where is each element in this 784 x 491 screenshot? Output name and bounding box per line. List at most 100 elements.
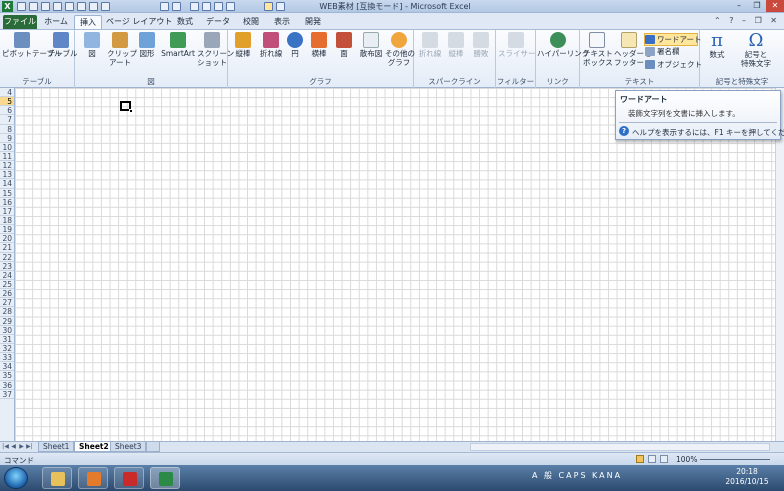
quick-access-icon[interactable] bbox=[172, 2, 181, 11]
row-header[interactable]: 35 bbox=[0, 371, 14, 381]
row-header[interactable]: 13 bbox=[0, 170, 14, 180]
quick-access-icon[interactable] bbox=[29, 2, 38, 11]
next-sheet-icon[interactable]: ▶ bbox=[18, 443, 25, 450]
signature-line-button[interactable]: 署名欄 bbox=[645, 46, 680, 57]
worksheet-grid[interactable]: 4 5 6 7 8 9 10 11 12 13 14 15 16 17 18 19 20 21 22 23 24 25 26… bbox=[0, 88, 784, 441]
slicer-button[interactable]: スライサー bbox=[498, 32, 536, 58]
row-header[interactable]: 9 bbox=[0, 134, 14, 143]
row-header[interactable]: 32 bbox=[0, 344, 14, 354]
table-button[interactable]: テーブル bbox=[48, 32, 78, 58]
text-box-button[interactable]: テキスト ボックス bbox=[583, 32, 613, 67]
row-header[interactable]: 4 bbox=[0, 88, 14, 98]
clip-art-button[interactable]: クリップ アート bbox=[107, 32, 137, 67]
redo-icon[interactable] bbox=[101, 2, 110, 11]
quick-access-icon[interactable] bbox=[226, 2, 235, 11]
quick-access-icon[interactable] bbox=[190, 2, 199, 11]
quick-access-icon[interactable] bbox=[160, 2, 169, 11]
symbol-button[interactable]: Ω 記号と 特殊文字 bbox=[736, 32, 776, 69]
prev-sheet-icon[interactable]: ◀ bbox=[10, 443, 17, 450]
pie-chart-button[interactable]: 円 bbox=[286, 32, 304, 58]
sparkline-column-button[interactable]: 縦棒 bbox=[445, 32, 467, 58]
column-chart-button[interactable]: 縦棒 bbox=[232, 32, 254, 58]
taskbar-explorer[interactable] bbox=[42, 467, 72, 489]
tab-file[interactable]: ファイル bbox=[3, 15, 37, 29]
screenshot-button[interactable]: スクリーン ショット bbox=[197, 32, 234, 67]
sheet-tab-1[interactable]: Sheet1 bbox=[38, 442, 75, 452]
undo-icon[interactable] bbox=[89, 2, 98, 11]
hyperlink-button[interactable]: ハイパーリンク bbox=[537, 32, 589, 58]
quick-access-icon[interactable] bbox=[276, 2, 285, 11]
tab-formulas[interactable]: 数式 bbox=[171, 15, 199, 29]
row-header[interactable]: 7 bbox=[0, 115, 14, 125]
quick-access-icon[interactable] bbox=[41, 2, 50, 11]
sheet-tab-3[interactable]: Sheet3 bbox=[110, 442, 147, 452]
row-header[interactable]: 31 bbox=[0, 335, 14, 344]
equation-button[interactable]: π 数式 bbox=[704, 32, 730, 60]
tab-home[interactable]: ホーム bbox=[40, 15, 72, 29]
row-header[interactable]: 25 bbox=[0, 280, 14, 290]
quick-access-icon[interactable] bbox=[202, 2, 211, 11]
row-header[interactable]: 19 bbox=[0, 225, 14, 235]
close-icon[interactable]: ✕ bbox=[766, 0, 784, 12]
vertical-scrollbar[interactable] bbox=[775, 88, 784, 441]
last-sheet-icon[interactable]: ▶| bbox=[26, 443, 33, 450]
page-layout-view-icon[interactable] bbox=[648, 455, 656, 463]
picture-button[interactable]: 図 bbox=[80, 32, 104, 58]
save-icon[interactable] bbox=[17, 2, 26, 11]
row-header[interactable]: 12 bbox=[0, 161, 14, 171]
line-chart-button[interactable]: 折れ線 bbox=[258, 32, 284, 58]
row-header[interactable]: 5 bbox=[0, 97, 14, 107]
quick-access-icon[interactable] bbox=[65, 2, 74, 11]
bar-chart-button[interactable]: 横棒 bbox=[308, 32, 330, 58]
page-break-view-icon[interactable] bbox=[660, 455, 668, 463]
taskbar-excel[interactable] bbox=[150, 467, 180, 489]
row-header[interactable]: 33 bbox=[0, 353, 14, 363]
row-header[interactable]: 27 bbox=[0, 298, 14, 308]
quick-access-icon[interactable] bbox=[264, 2, 273, 11]
smartart-button[interactable]: SmartArt bbox=[161, 32, 195, 58]
scatter-chart-button[interactable]: 散布図 bbox=[358, 32, 384, 58]
object-button[interactable]: オブジェクト bbox=[645, 59, 702, 70]
row-header[interactable]: 6 bbox=[0, 106, 14, 116]
row-header[interactable]: 37 bbox=[0, 390, 14, 399]
zoom-level[interactable]: 100% bbox=[676, 455, 697, 464]
normal-view-icon[interactable] bbox=[636, 455, 644, 463]
tab-view[interactable]: 表示 bbox=[268, 15, 296, 29]
horizontal-scrollbar[interactable] bbox=[470, 443, 770, 451]
tab-page-layout[interactable]: ページ レイアウト bbox=[106, 15, 172, 29]
row-header[interactable]: 36 bbox=[0, 381, 14, 390]
row-header[interactable]: 10 bbox=[0, 143, 14, 152]
row-header[interactable]: 20 bbox=[0, 234, 14, 244]
sparkline-line-button[interactable]: 折れ線 bbox=[418, 32, 442, 58]
row-header[interactable]: 22 bbox=[0, 253, 14, 262]
row-header[interactable]: 14 bbox=[0, 179, 14, 189]
row-header[interactable]: 24 bbox=[0, 271, 14, 280]
taskbar-outlook[interactable] bbox=[78, 467, 108, 489]
pivot-table-button[interactable]: ピボットテーブル bbox=[2, 32, 62, 58]
fill-handle[interactable] bbox=[129, 109, 133, 113]
other-charts-button[interactable]: その他の グラフ bbox=[385, 32, 415, 67]
first-sheet-icon[interactable]: |◀ bbox=[2, 443, 9, 450]
minimize-icon[interactable]: – bbox=[730, 0, 748, 12]
row-header[interactable]: 34 bbox=[0, 362, 14, 372]
wordart-button[interactable]: ワードアート bbox=[644, 33, 702, 46]
row-header[interactable]: 23 bbox=[0, 262, 14, 271]
ribbon-window-controls[interactable]: ⌃ ? – ❐ ✕ bbox=[714, 16, 780, 25]
quick-access-icon[interactable] bbox=[77, 2, 86, 11]
row-header[interactable]: 11 bbox=[0, 152, 14, 162]
row-header[interactable]: 8 bbox=[0, 125, 14, 134]
start-button[interactable] bbox=[4, 467, 28, 489]
restore-icon[interactable]: ❐ bbox=[748, 0, 766, 12]
tab-data[interactable]: データ bbox=[202, 15, 234, 29]
clock[interactable]: 20:18 2016/10/15 bbox=[722, 467, 772, 487]
excel-app-icon[interactable]: X bbox=[2, 1, 13, 12]
row-header[interactable]: 28 bbox=[0, 307, 14, 317]
row-header[interactable]: 29 bbox=[0, 317, 14, 326]
row-header[interactable]: 26 bbox=[0, 289, 14, 299]
header-footer-button[interactable]: ヘッダーと フッター bbox=[614, 32, 652, 67]
row-header[interactable]: 30 bbox=[0, 326, 14, 335]
row-header[interactable]: 17 bbox=[0, 207, 14, 216]
row-header[interactable]: 15 bbox=[0, 189, 14, 198]
area-chart-button[interactable]: 面 bbox=[334, 32, 354, 58]
quick-access-icon[interactable] bbox=[214, 2, 223, 11]
